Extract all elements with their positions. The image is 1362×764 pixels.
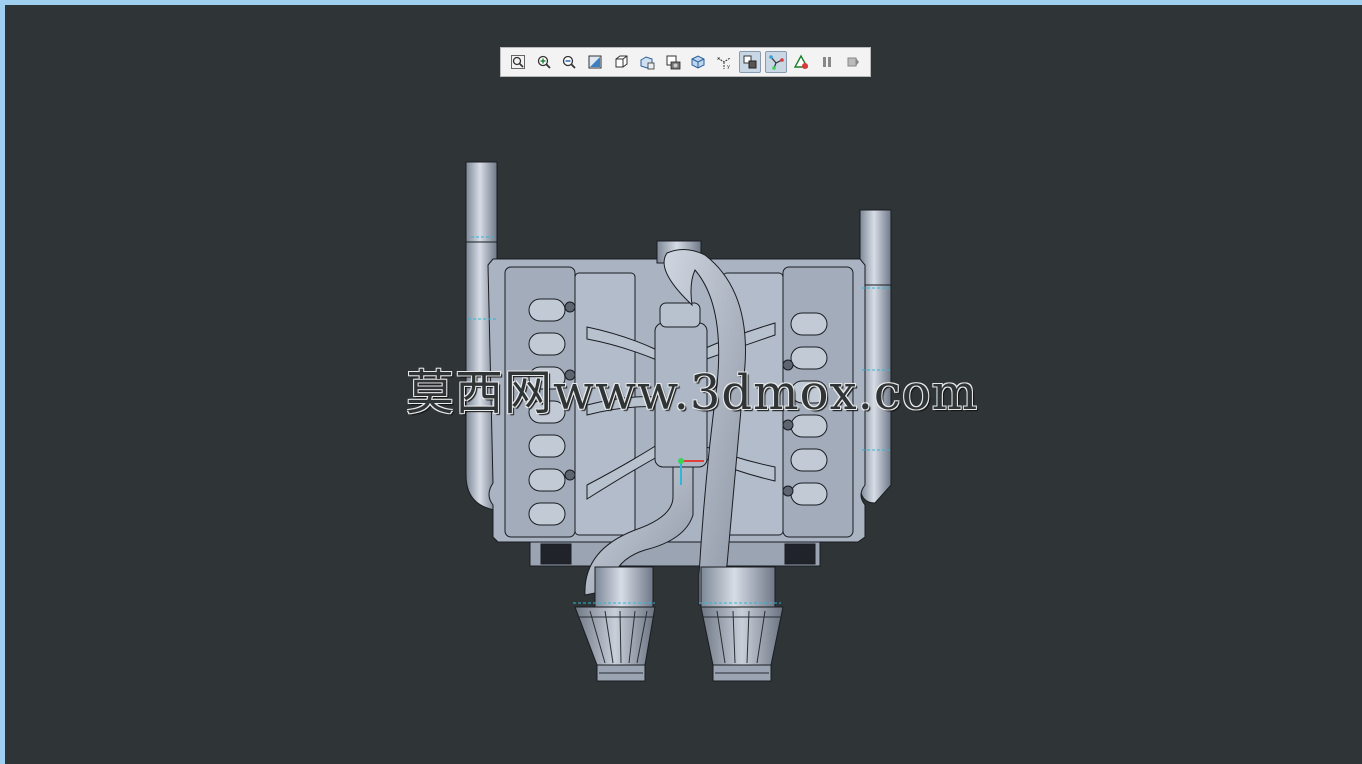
view-manager-button[interactable]	[662, 51, 684, 73]
zoom-out-icon	[563, 55, 577, 69]
axis-display-button[interactable]	[764, 51, 787, 73]
svg-text:x: x	[717, 56, 720, 62]
graphics-toolbar: xy	[500, 47, 871, 77]
perspective-button[interactable]	[687, 51, 709, 73]
datum-display-icon: xy	[717, 56, 731, 70]
refit-button[interactable]	[507, 51, 529, 73]
next-button[interactable]	[842, 51, 864, 73]
annotation-display-icon	[794, 54, 809, 69]
repaint-button[interactable]	[584, 51, 606, 73]
display-style-icon	[615, 55, 628, 68]
zoom-in-icon	[537, 55, 551, 69]
axis-display-icon	[768, 55, 784, 70]
display-style-button[interactable]	[610, 51, 632, 73]
repaint-icon	[588, 55, 602, 69]
watermark-text: 莫西网www.3dmox.com	[406, 365, 979, 421]
svg-text:y: y	[727, 64, 730, 70]
datum-display-button[interactable]: xy	[713, 51, 735, 73]
pause-icon	[823, 57, 832, 67]
perspective-icon	[691, 55, 705, 69]
spin-center-icon	[743, 55, 757, 69]
saved-views-button[interactable]	[636, 51, 658, 73]
view-manager-icon	[666, 55, 680, 70]
refit-icon	[510, 55, 525, 69]
next-icon	[847, 57, 860, 67]
annotation-display-button[interactable]	[791, 51, 813, 73]
spin-center-button[interactable]	[739, 51, 761, 73]
zoom-out-button[interactable]	[559, 51, 581, 73]
pause-button[interactable]	[816, 51, 838, 73]
zoom-in-button[interactable]	[533, 51, 555, 73]
graphics-viewport[interactable]: 莫西网www.3dmox.com xy	[5, 5, 1362, 764]
saved-views-icon	[640, 56, 655, 70]
